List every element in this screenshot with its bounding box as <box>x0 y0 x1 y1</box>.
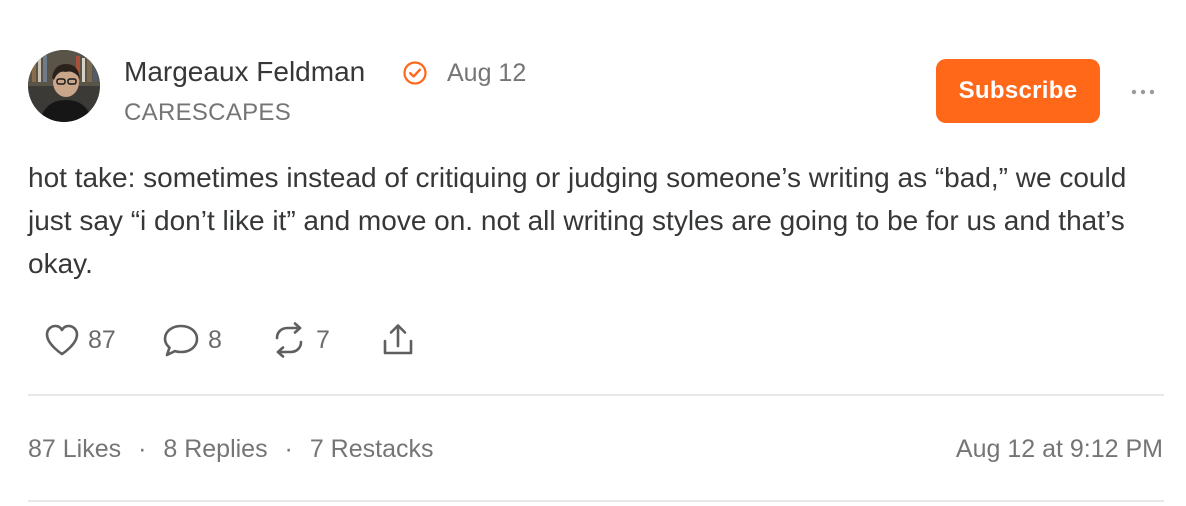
restack-button[interactable]: 7 <box>270 320 330 360</box>
comment-bubble-icon <box>163 324 199 357</box>
like-button[interactable]: 87 <box>44 320 116 360</box>
heart-icon <box>45 324 79 356</box>
replies-stat-link[interactable]: 8 Replies <box>163 435 267 463</box>
ellipsis-icon[interactable] <box>1128 82 1158 102</box>
note-card: Margeaux Feldman Aug 12 CARESCAPES Subsc… <box>0 0 1186 506</box>
verified-check-icon <box>403 61 427 85</box>
stat-separator: · <box>284 435 293 463</box>
restacks-stat-link[interactable]: 7 Restacks <box>310 435 434 463</box>
post-timestamp[interactable]: Aug 12 at 9:12 PM <box>956 432 1163 466</box>
likes-stat-link[interactable]: 87 Likes <box>28 435 121 463</box>
share-upload-icon <box>383 324 413 355</box>
like-count: 87 <box>88 326 116 354</box>
subscribe-button[interactable]: Subscribe <box>936 59 1100 123</box>
author-name[interactable]: Margeaux Feldman <box>124 54 365 90</box>
publication-name[interactable]: CARESCAPES <box>124 96 291 130</box>
restack-arrows-icon <box>275 322 303 358</box>
reply-button[interactable]: 8 <box>162 320 222 360</box>
reply-count: 8 <box>208 326 222 354</box>
stat-separator: · <box>138 435 147 463</box>
divider-bottom <box>28 500 1164 502</box>
post-body: hot take: sometimes instead of critiquin… <box>28 162 1127 279</box>
engagement-stats: 87 Likes · 8 Replies · 7 Restacks <box>28 432 434 466</box>
divider-top <box>28 394 1164 396</box>
avatar[interactable] <box>28 50 100 122</box>
restack-count: 7 <box>316 326 330 354</box>
share-button[interactable] <box>380 320 416 360</box>
post-date[interactable]: Aug 12 <box>447 56 526 90</box>
